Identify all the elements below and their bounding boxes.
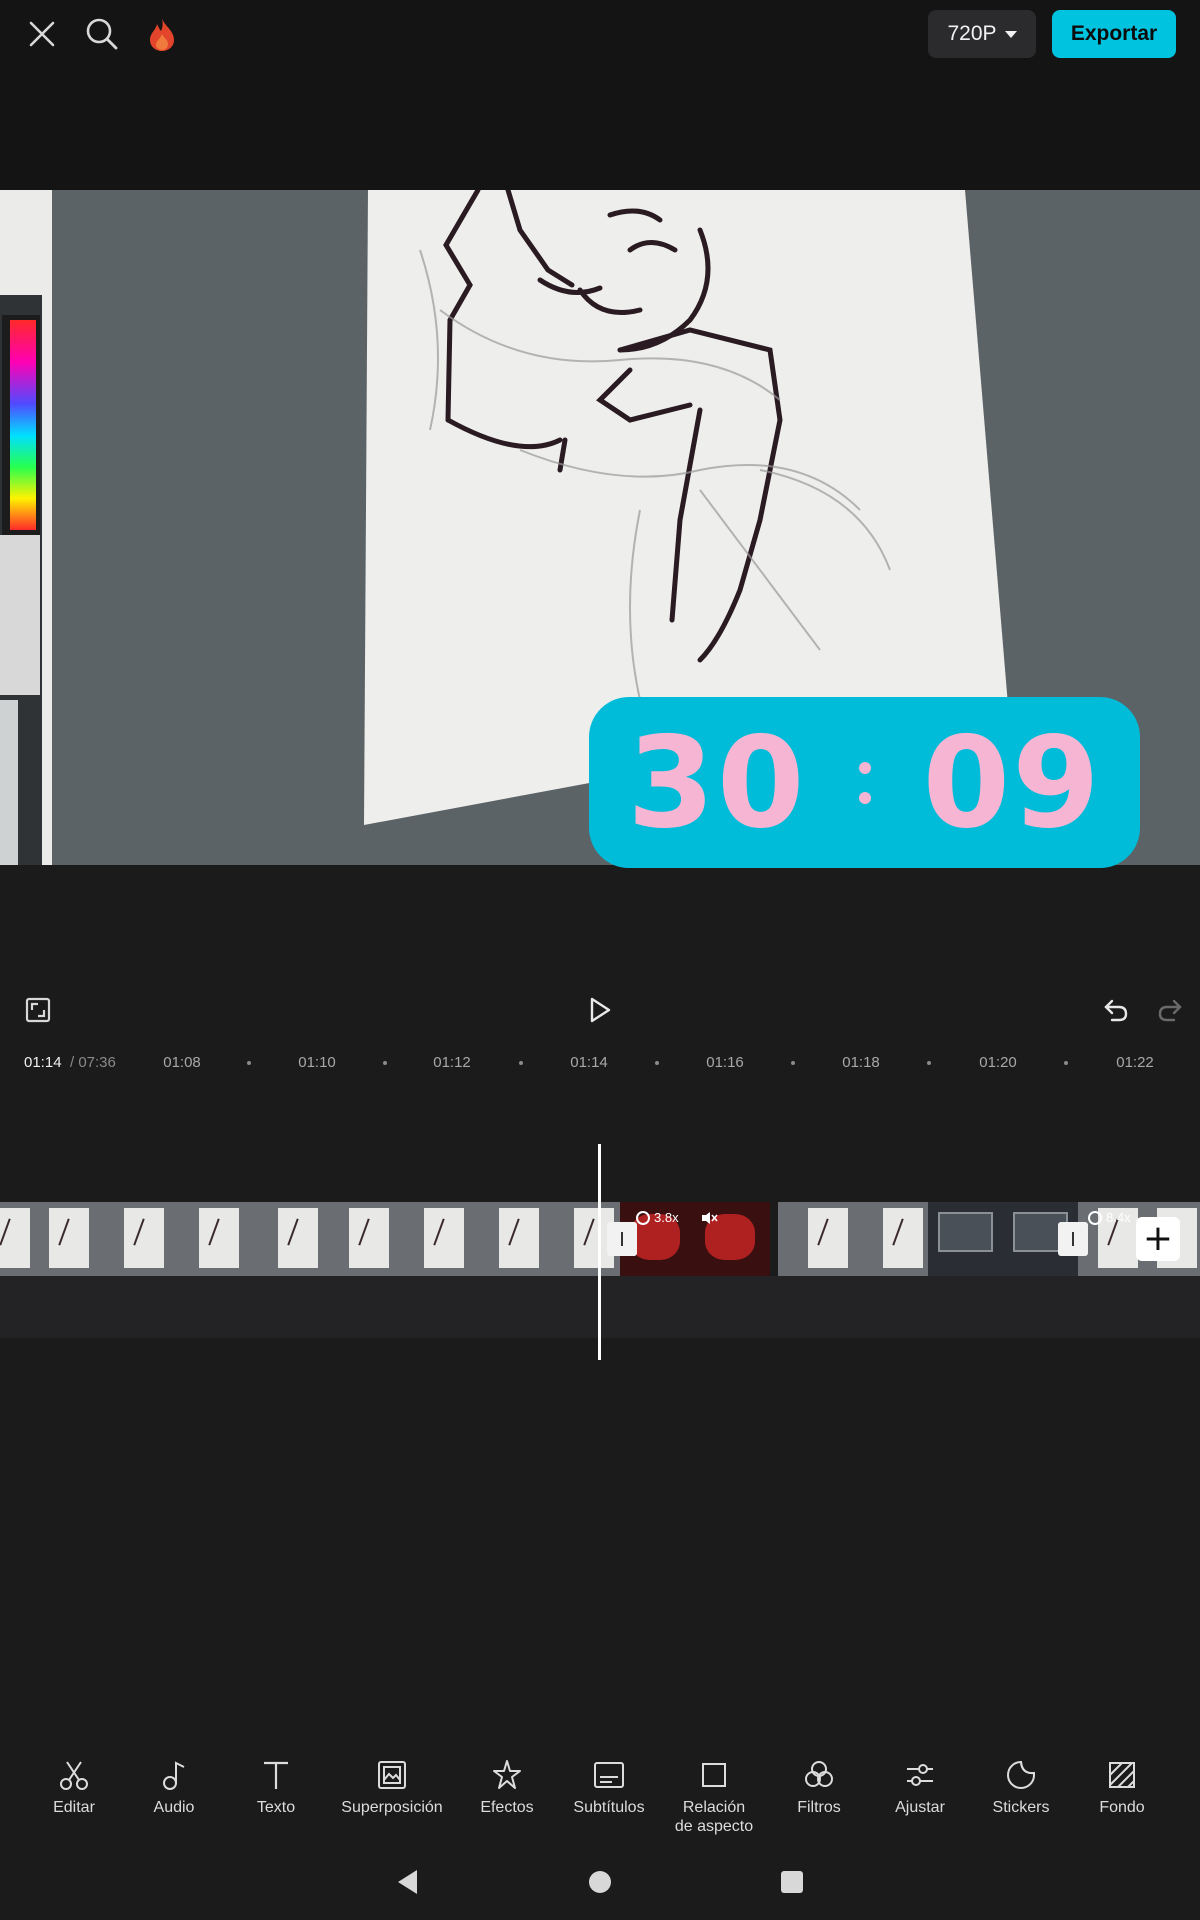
clip-thumbnail — [853, 1202, 928, 1276]
toolbar-label: Fondo — [1099, 1799, 1145, 1816]
overlay-icon — [378, 1761, 406, 1789]
adjust-sliders-icon — [907, 1764, 933, 1786]
ruler-dot — [791, 1061, 795, 1065]
clip-thumbnail — [0, 1202, 45, 1276]
clip-thumbnail — [195, 1202, 270, 1276]
ruler-dot — [247, 1061, 251, 1065]
current-time: 01:14 — [24, 1054, 62, 1071]
clip-trim-handle-right[interactable] — [1058, 1222, 1088, 1256]
subtitles-icon — [594, 1762, 624, 1788]
add-clip-button[interactable]: + — [1136, 1217, 1180, 1261]
clip-thumbnail — [928, 1202, 1003, 1276]
ruler-dot — [383, 1061, 387, 1065]
clip-speed-label: 8.4x — [1106, 1210, 1131, 1225]
timer-minutes: 30 — [627, 708, 807, 856]
clip-trim-handle-left[interactable] — [607, 1222, 637, 1256]
ruler-tick: 01:12 — [433, 1054, 471, 1071]
toolbar-label: Texto — [256, 1799, 296, 1816]
background-icon — [1109, 1762, 1135, 1788]
ruler-tick: 01:20 — [979, 1054, 1017, 1071]
search-icon[interactable] — [80, 12, 124, 56]
back-triangle-icon[interactable] — [388, 1858, 428, 1906]
toolbar-label: Superposición — [341, 1799, 443, 1816]
ruler-tick: 01:18 — [842, 1054, 880, 1071]
home-circle-icon[interactable] — [580, 1858, 620, 1906]
clip-thumbnail — [45, 1202, 120, 1276]
toolbar-label: Editar — [53, 1799, 95, 1816]
toolbar-audio[interactable]: Audio — [119, 1758, 229, 1817]
toolbar-efectos[interactable]: Efectos — [452, 1758, 562, 1817]
ruler-dot — [519, 1061, 523, 1065]
toolbar-relacion-de-aspecto[interactable]: Relación de aspecto — [659, 1758, 769, 1836]
playhead[interactable] — [598, 1144, 601, 1360]
ruler-tick: 01:08 — [163, 1054, 201, 1071]
recents-square-icon[interactable] — [772, 1858, 812, 1906]
clip-thumbnail — [345, 1202, 420, 1276]
toolbar-label: Ajustar — [895, 1799, 945, 1816]
clip-thumbnail — [778, 1202, 853, 1276]
ruler-tick: 01:22 — [1116, 1054, 1154, 1071]
toolbar-filtros[interactable]: Filtros — [764, 1758, 874, 1817]
toolbar-label: Subtítulos — [573, 1799, 645, 1816]
filters-icon — [805, 1761, 833, 1787]
clip-thumbnail — [420, 1202, 495, 1276]
text-icon — [264, 1761, 288, 1789]
toolbar-subtitulos[interactable]: Subtítulos — [554, 1758, 664, 1817]
timer-seconds: 09 — [922, 708, 1102, 856]
clip-speed-badge: 3.8x — [636, 1210, 679, 1225]
chevron-down-icon — [1004, 30, 1017, 38]
top-bar: 720P Exportar — [0, 0, 1200, 190]
toolbar-label: Filtros — [797, 1799, 841, 1816]
ruler-tick: 01:16 — [706, 1054, 744, 1071]
ruler-tick: 01:10 — [298, 1054, 336, 1071]
play-icon[interactable] — [582, 990, 618, 1030]
toolbar-texto[interactable]: Texto — [221, 1758, 331, 1817]
toolbar-label: Audio — [153, 1799, 195, 1816]
clip-thumbnail — [270, 1202, 345, 1276]
close-icon[interactable] — [20, 12, 64, 56]
export-button[interactable]: Exportar — [1052, 10, 1176, 58]
toolbar-label: Efectos — [480, 1799, 534, 1816]
effects-star-icon — [493, 1760, 521, 1789]
timeline-ruler[interactable]: 01:14 / 07:36 01:08 01:10 01:12 01:14 01… — [0, 1046, 1200, 1078]
aspect-ratio-icon — [702, 1763, 726, 1787]
speed-icon — [636, 1210, 650, 1225]
mute-icon — [700, 1210, 718, 1226]
toolbar-superposicion[interactable]: Superposición — [327, 1758, 457, 1817]
scissors-icon — [60, 1761, 88, 1790]
resolution-dropdown[interactable]: 720P — [928, 10, 1036, 58]
export-label: Exportar — [1070, 22, 1158, 45]
ruler-tick: 01:14 — [570, 1054, 608, 1071]
ruler-dot — [1064, 1061, 1068, 1065]
flame-icon[interactable] — [140, 12, 184, 56]
toolbar-fondo[interactable]: Fondo — [1067, 1758, 1177, 1817]
music-note-icon — [163, 1761, 185, 1790]
redo-icon[interactable] — [1152, 990, 1188, 1030]
toolbar-editar[interactable]: Editar — [19, 1758, 129, 1817]
clip-speed-badge: 8.4x — [1088, 1210, 1131, 1225]
ruler-dot — [927, 1061, 931, 1065]
toolbar-ajustar[interactable]: Ajustar — [865, 1758, 975, 1817]
total-duration: / 07:36 — [70, 1054, 116, 1071]
toolbar-stickers[interactable]: Stickers — [966, 1758, 1076, 1817]
speed-icon — [1088, 1210, 1102, 1225]
clip-speed-label: 3.8x — [654, 1210, 679, 1225]
toolbar-label: Relación de aspecto — [674, 1799, 754, 1835]
sticker-icon — [1007, 1760, 1035, 1789]
toolbar-label: Stickers — [992, 1799, 1050, 1816]
fullscreen-icon[interactable] — [20, 992, 56, 1028]
countdown-timer-overlay[interactable]: 30 09 — [589, 697, 1140, 868]
bottom-toolbar: Editar Audio Texto Superposición Efectos… — [0, 1758, 1200, 1848]
clip-thumbnail — [495, 1202, 570, 1276]
resolution-label: 720P — [947, 22, 997, 45]
timer-colon — [858, 761, 871, 804]
clip-thumbnail — [120, 1202, 195, 1276]
ruler-dot — [655, 1061, 659, 1065]
undo-icon[interactable] — [1098, 990, 1134, 1030]
